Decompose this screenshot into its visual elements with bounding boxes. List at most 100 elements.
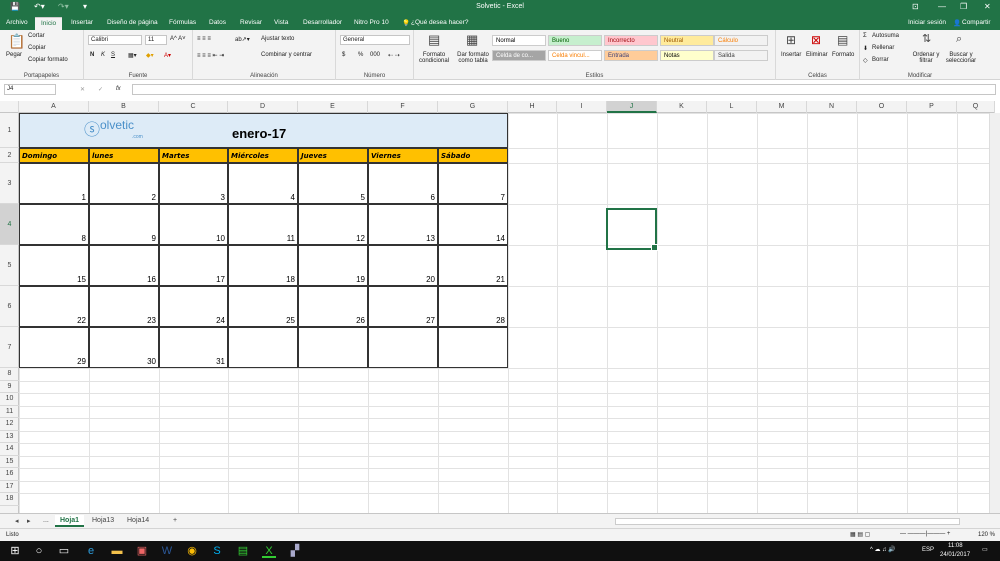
row-header-18[interactable]: 18: [0, 493, 19, 506]
calendar-cell[interactable]: 23: [89, 286, 159, 327]
row-header-3[interactable]: 3: [0, 163, 19, 204]
col-header-m[interactable]: M: [757, 101, 807, 113]
task-view-icon[interactable]: ▭: [57, 544, 71, 558]
font-size-select[interactable]: 11: [145, 35, 167, 45]
formula-input[interactable]: [132, 84, 996, 95]
row-header-2[interactable]: 2: [0, 148, 19, 163]
minimize-icon[interactable]: —: [938, 2, 946, 11]
col-header-k[interactable]: K: [657, 101, 707, 113]
merge-center-button[interactable]: Combinar y centrar: [261, 52, 312, 58]
row-header-8[interactable]: 8: [0, 368, 19, 381]
calendar-cell[interactable]: 25: [228, 286, 298, 327]
col-header-p[interactable]: P: [907, 101, 957, 113]
calendar-cell[interactable]: [368, 327, 438, 368]
paste-button[interactable]: Pegar: [6, 52, 22, 58]
sheet-tab-hoja14[interactable]: Hoja14: [122, 515, 154, 527]
calendar-cell[interactable]: 13: [368, 204, 438, 245]
calendar-cell[interactable]: 24: [159, 286, 228, 327]
delete-cells-icon[interactable]: ⊠: [811, 34, 821, 46]
row-header-15[interactable]: 15: [0, 456, 19, 468]
worksheet-grid[interactable]: ⓢ olvetic .com enero-17 Domingo lunes Mart…: [19, 113, 995, 513]
clear-button[interactable]: Borrar: [872, 57, 889, 63]
decimal-icon[interactable]: ⇠ ⇢: [388, 52, 400, 59]
calendar-cell[interactable]: 6: [368, 163, 438, 204]
word-icon[interactable]: W: [160, 544, 174, 558]
col-header-c[interactable]: C: [159, 101, 228, 113]
calendar-cell[interactable]: 30: [89, 327, 159, 368]
calendar-cell[interactable]: 29: [19, 327, 89, 368]
font-color-icon[interactable]: A▾: [164, 52, 171, 59]
tab-archivo[interactable]: Archivo: [6, 19, 28, 26]
tell-me-input[interactable]: ¿Qué desea hacer?: [411, 19, 468, 26]
thousands-button[interactable]: 000: [370, 52, 380, 58]
cell-style-7[interactable]: Celda vincul...: [548, 50, 602, 61]
col-header-b[interactable]: B: [89, 101, 159, 113]
format-table-icon[interactable]: ▦: [466, 33, 478, 46]
calendar-cell[interactable]: 8: [19, 204, 89, 245]
italic-button[interactable]: K: [101, 52, 105, 58]
active-cell-j4[interactable]: [606, 208, 658, 251]
format-painter-button[interactable]: Copiar formato: [28, 57, 68, 63]
cell-style-2[interactable]: Bueno: [548, 35, 602, 46]
tab-revisar[interactable]: Revisar: [240, 19, 262, 26]
row-header-14[interactable]: 14: [0, 443, 19, 456]
calendar-cell[interactable]: [438, 327, 508, 368]
calendar-cell[interactable]: 4: [228, 163, 298, 204]
wrap-text-button[interactable]: Ajustar texto: [261, 36, 294, 42]
calendar-cell[interactable]: 9: [89, 204, 159, 245]
align-top-icon[interactable]: ≡ ≡ ≡: [197, 36, 211, 42]
insert-cells-icon[interactable]: ⊞: [786, 34, 796, 46]
autosum-button[interactable]: Autosuma: [872, 33, 899, 39]
format-table-button[interactable]: Dar formato como tabla: [454, 52, 492, 64]
col-header-o[interactable]: O: [857, 101, 907, 113]
format-cells-button[interactable]: Formato: [832, 52, 854, 58]
border-icon[interactable]: ▦▾: [128, 52, 137, 59]
zoom-level[interactable]: 120 %: [978, 532, 995, 538]
search-icon[interactable]: ○: [32, 544, 46, 558]
calendar-cell[interactable]: 3: [159, 163, 228, 204]
calendar-cell[interactable]: 26: [298, 286, 368, 327]
close-icon[interactable]: ✕: [984, 2, 991, 11]
cell-style-8[interactable]: Entrada: [604, 50, 658, 61]
calendar-cell[interactable]: 16: [89, 245, 159, 286]
app2-icon[interactable]: ▞: [288, 544, 302, 558]
share-button[interactable]: Compartir: [962, 19, 991, 26]
cell-style-4[interactable]: Neutral: [660, 35, 714, 46]
row-header-7[interactable]: 7: [0, 327, 19, 368]
calendar-cell[interactable]: 15: [19, 245, 89, 286]
sheet-more[interactable]: ...: [38, 515, 54, 527]
sort-filter-button[interactable]: Ordenar y filtrar: [910, 52, 942, 64]
skype-icon[interactable]: S: [210, 544, 224, 558]
app-icon[interactable]: ▣: [135, 544, 149, 558]
row-header-5[interactable]: 5: [0, 245, 19, 286]
clock-time[interactable]: 11:08: [948, 543, 963, 549]
spreadsheet-icon[interactable]: ▤: [236, 544, 250, 558]
cancel-icon[interactable]: ✕: [80, 86, 85, 93]
insert-cells-button[interactable]: Insertar: [781, 52, 801, 58]
calendar-cell[interactable]: 14: [438, 204, 508, 245]
calendar-cell[interactable]: 12: [298, 204, 368, 245]
calendar-cell[interactable]: 18: [228, 245, 298, 286]
calendar-cell[interactable]: 5: [298, 163, 368, 204]
font-family-select[interactable]: Calibri: [88, 35, 142, 45]
row-header-11[interactable]: 11: [0, 406, 19, 418]
calendar-cell[interactable]: 19: [298, 245, 368, 286]
language[interactable]: ESP: [922, 547, 934, 553]
tab-inicio[interactable]: Inicio: [35, 17, 63, 30]
calendar-cell[interactable]: 31: [159, 327, 228, 368]
folder-icon[interactable]: ▬: [110, 544, 124, 558]
excel-icon[interactable]: X: [262, 544, 276, 558]
calendar-cell[interactable]: 7: [438, 163, 508, 204]
currency-button[interactable]: $: [342, 52, 345, 58]
col-header-f[interactable]: F: [368, 101, 438, 113]
calendar-cell[interactable]: [298, 327, 368, 368]
copy-button[interactable]: Copiar: [28, 45, 46, 51]
number-format-select[interactable]: General: [340, 35, 410, 45]
add-sheet-button[interactable]: +: [168, 515, 182, 527]
calendar-cell[interactable]: [228, 327, 298, 368]
tab-formulas[interactable]: Fórmulas: [169, 19, 196, 26]
tab-diseno[interactable]: Diseño de página: [107, 19, 158, 26]
col-header-a[interactable]: A: [19, 101, 89, 113]
windows-start-icon[interactable]: ⊞: [8, 544, 22, 558]
clock-date[interactable]: 24/01/2017: [940, 552, 970, 558]
